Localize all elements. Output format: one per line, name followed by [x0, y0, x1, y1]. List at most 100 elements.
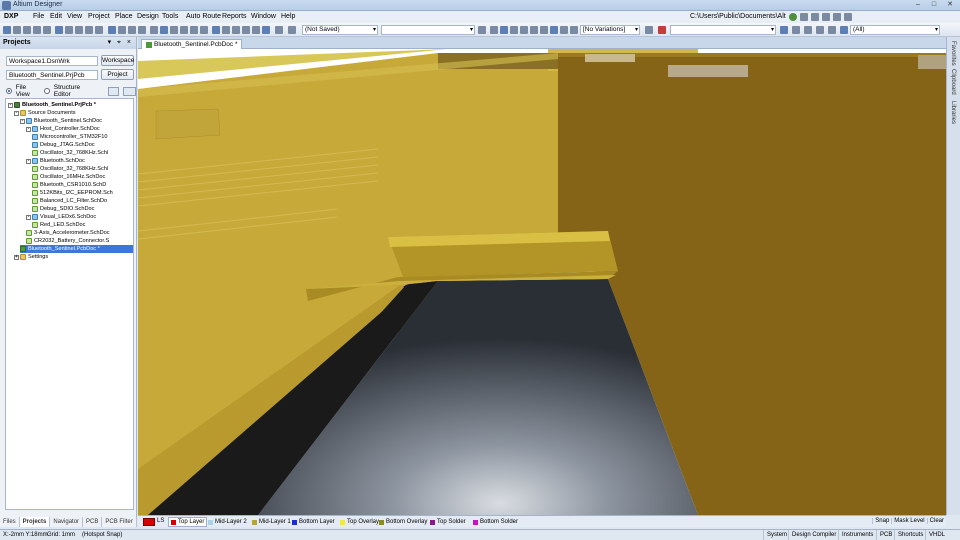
- toolbar-tool-icon[interactable]: [658, 26, 666, 34]
- status-panel-instruments[interactable]: Instruments: [838, 530, 873, 540]
- maximize-icon[interactable]: □: [928, 1, 940, 9]
- options-icon[interactable]: [122, 86, 136, 96]
- toolbar-tool-icon[interactable]: [242, 26, 250, 34]
- layer-tab-mid-layer-2[interactable]: Mid-Layer 2: [206, 517, 249, 527]
- status-panel-pcb[interactable]: PCB: [876, 530, 892, 540]
- side-panel-tab-favorites[interactable]: Favorites: [950, 41, 956, 66]
- tree-expander-icon[interactable]: -: [26, 158, 31, 164]
- file-view-radio[interactable]: [6, 88, 12, 94]
- menu-item-edit[interactable]: Edit: [50, 13, 62, 20]
- toolbar-tool-icon[interactable]: [530, 26, 538, 34]
- toolbar-tool-icon[interactable]: [65, 26, 73, 34]
- toolbar-tool-icon[interactable]: [55, 26, 63, 34]
- layer-set-button[interactable]: LS: [157, 518, 164, 524]
- structure-editor-radio[interactable]: [44, 88, 50, 94]
- panel-tab-pcb-filter[interactable]: PCB Filter: [102, 517, 137, 527]
- status-panel-vhdl[interactable]: VHDL: [925, 530, 945, 540]
- tree-item[interactable]: 512KBits_I2C_EEPROM.Sch: [32, 189, 113, 197]
- toolbar-tool-icon[interactable]: [804, 26, 812, 34]
- tree-expander-icon[interactable]: -: [26, 126, 31, 132]
- toolbar-tool-icon[interactable]: [85, 26, 93, 34]
- toolbar-tool-icon[interactable]: [95, 26, 103, 34]
- layer-tab-bottom-layer[interactable]: Bottom Layer: [290, 517, 337, 527]
- layer-tab-top-overlay[interactable]: Top Overlay: [338, 517, 381, 527]
- tree-item[interactable]: CR2032_Battery_Connector.S: [26, 237, 109, 245]
- side-panel-tab-clipboard[interactable]: Clipboard: [950, 69, 956, 95]
- menu-item-view[interactable]: View: [67, 13, 82, 20]
- menu-item-tools[interactable]: Tools: [162, 13, 178, 20]
- minimize-icon[interactable]: –: [912, 1, 924, 9]
- tree-item[interactable]: Microcontroller_STM32F10: [32, 133, 107, 141]
- toolbar-tool-icon[interactable]: [520, 26, 528, 34]
- class-dropdown[interactable]: ▾: [670, 25, 776, 35]
- tree-item[interactable]: - Source Documents: [14, 109, 76, 117]
- tree-expander-icon[interactable]: -: [14, 110, 19, 116]
- toolbar-tool-icon[interactable]: [550, 26, 558, 34]
- toolbar-tool-icon[interactable]: [645, 26, 653, 34]
- panel-tab-navigator[interactable]: Navigator: [50, 517, 84, 527]
- toolbar-tool-icon[interactable]: [118, 26, 126, 34]
- menu-item-design[interactable]: Design: [137, 13, 159, 20]
- saved-state-dropdown[interactable]: (Not Saved) ▾: [302, 25, 378, 35]
- menu-item-project[interactable]: Project: [88, 13, 110, 20]
- menu-item-file[interactable]: File: [33, 13, 44, 20]
- tree-item[interactable]: Oscillator_32_768KHz.Schl: [32, 149, 108, 157]
- tree-expander-icon[interactable]: -: [8, 102, 13, 108]
- status-panel-system[interactable]: System: [763, 530, 787, 540]
- toolbar-tool-icon[interactable]: [108, 26, 116, 34]
- tree-item[interactable]: Balanced_LC_Filter.SchDo: [32, 197, 107, 205]
- toolbar-tool-icon[interactable]: [288, 26, 296, 34]
- tree-item[interactable]: Debug_SDIO.SchDoc: [32, 205, 94, 213]
- layer-control-clear[interactable]: Clear: [926, 518, 944, 524]
- toolbar-tool-icon[interactable]: [816, 26, 824, 34]
- forward-icon[interactable]: [800, 13, 808, 21]
- tree-item[interactable]: - Bluetooth_Sentinel.SchDoc: [20, 117, 102, 125]
- tree-item[interactable]: + Settings: [14, 253, 48, 261]
- toolbar-tool-icon[interactable]: [840, 26, 848, 34]
- menu-item-reports[interactable]: Reports: [222, 13, 247, 20]
- layer-control-snap[interactable]: Snap: [872, 518, 889, 524]
- refresh-icon[interactable]: [107, 86, 119, 96]
- toolbar-tool-icon[interactable]: [43, 26, 51, 34]
- tree-item[interactable]: - Visual_LEDx6.SchDoc: [26, 213, 96, 221]
- menu-item-dxp[interactable]: DXP: [4, 13, 18, 20]
- toolbar-tool-icon[interactable]: [478, 26, 486, 34]
- toolbar-tool-icon[interactable]: [190, 26, 198, 34]
- layer-tab-bottom-overlay[interactable]: Bottom Overlay: [377, 517, 429, 527]
- toolbar-tool-icon[interactable]: [500, 26, 508, 34]
- toolbar-tool-icon[interactable]: [150, 26, 158, 34]
- pcb-3d-viewport[interactable]: [138, 49, 946, 515]
- tree-expander-icon[interactable]: +: [14, 254, 19, 260]
- tree-item[interactable]: 3-Axis_Accelerometer.SchDoc: [26, 229, 110, 237]
- document-tab[interactable]: Bluetooth_Sentinel.PcbDoc *: [141, 39, 243, 49]
- workspace-button[interactable]: Workspace: [101, 55, 134, 66]
- tree-item[interactable]: - Bluetooth_Sentinel.PrjPcb *: [8, 101, 96, 109]
- toolbar-tool-icon[interactable]: [510, 26, 518, 34]
- net-dropdown[interactable]: ▾: [381, 25, 475, 35]
- side-panel-tab-libraries[interactable]: Libraries: [950, 101, 956, 124]
- close-icon[interactable]: ✕: [944, 1, 956, 9]
- tree-item[interactable]: Bluetooth_CSR1010.SchD: [32, 181, 106, 189]
- tree-item[interactable]: Bluetooth_Sentinel.PcbDoc *: [20, 245, 133, 253]
- toolbar-tool-icon[interactable]: [275, 26, 283, 34]
- layer-tab-top-layer[interactable]: Top Layer: [168, 517, 208, 527]
- toolbar-tool-icon[interactable]: [540, 26, 548, 34]
- toolbar-tool-icon[interactable]: [13, 26, 21, 34]
- panel-tab-pcb[interactable]: PCB: [83, 517, 103, 527]
- toolbar-tool-icon[interactable]: [792, 26, 800, 34]
- layer-control-mask-level[interactable]: Mask Level: [891, 518, 925, 524]
- back-icon[interactable]: [789, 13, 797, 21]
- panel-tab-projects[interactable]: Projects: [19, 517, 51, 527]
- toolbar-tool-icon[interactable]: [222, 26, 230, 34]
- toolbar-tool-icon[interactable]: [3, 26, 11, 34]
- toolbar-tool-icon[interactable]: [560, 26, 568, 34]
- layer-tab-top-solder[interactable]: Top Solder: [428, 517, 468, 527]
- workspace-icon[interactable]: [833, 13, 841, 21]
- toolbar-tool-icon[interactable]: [252, 26, 260, 34]
- filter-dropdown[interactable]: (All) ▾: [850, 25, 940, 35]
- toolbar-tool-icon[interactable]: [33, 26, 41, 34]
- toolbar-tool-icon[interactable]: [23, 26, 31, 34]
- toolbar-tool-icon[interactable]: [75, 26, 83, 34]
- layer-tab-mid-layer-1[interactable]: Mid-Layer 1: [250, 517, 293, 527]
- toolbar-tool-icon[interactable]: [490, 26, 498, 34]
